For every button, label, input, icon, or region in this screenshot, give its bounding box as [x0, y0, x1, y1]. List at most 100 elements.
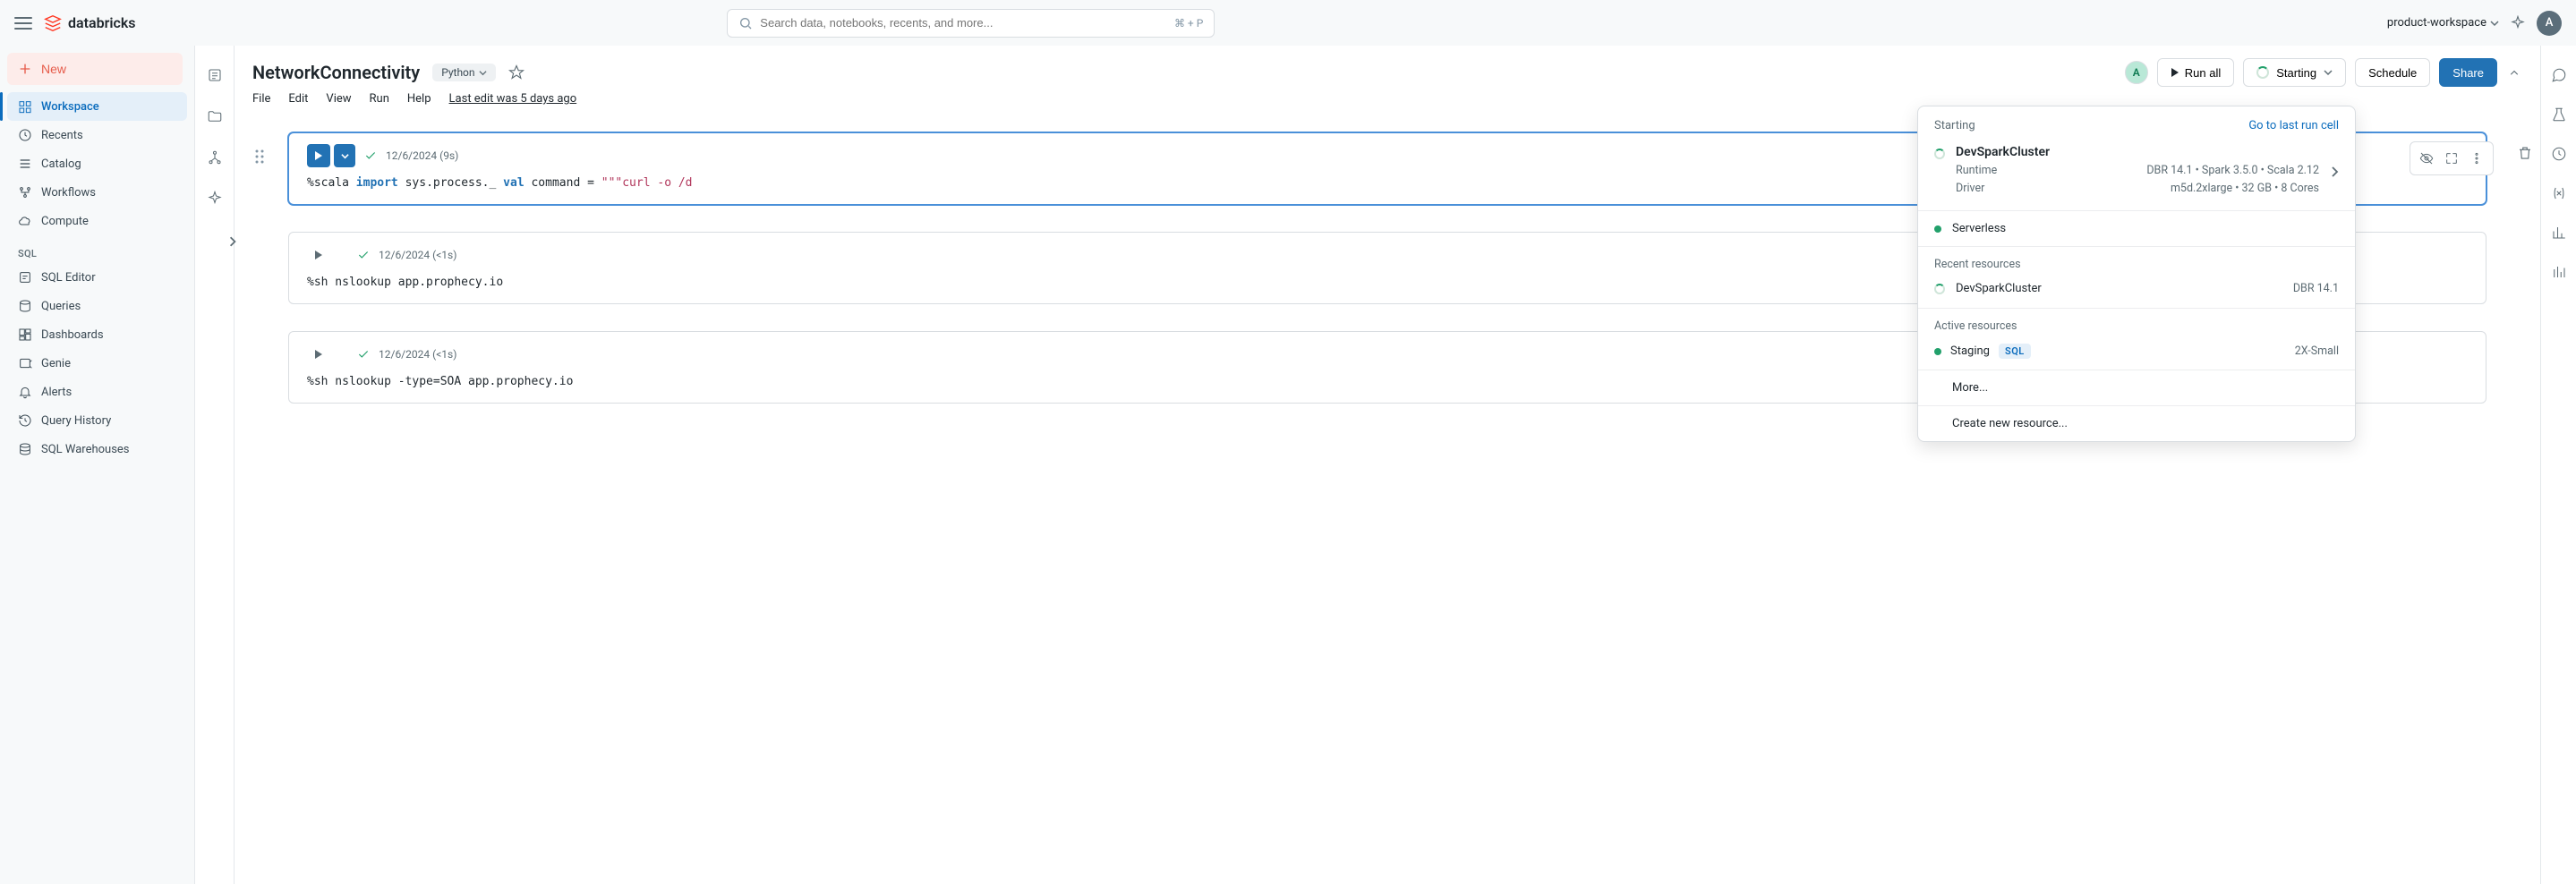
workflows-icon: [18, 185, 32, 200]
nav-workflows[interactable]: Workflows: [7, 178, 187, 207]
check-icon: [357, 249, 370, 261]
star-icon[interactable]: [508, 64, 525, 81]
play-icon: [314, 151, 323, 160]
dd-serverless[interactable]: Serverless: [1918, 211, 2355, 247]
hide-output-icon[interactable]: [2414, 146, 2439, 171]
nav-sql-warehouses[interactable]: SQL Warehouses: [7, 435, 187, 463]
collapse-panel-icon[interactable]: [2506, 64, 2522, 81]
chevron-right-icon: [2330, 166, 2339, 178]
play-icon: [2171, 68, 2179, 77]
collaborator-avatar[interactable]: A: [2125, 61, 2148, 84]
run-all-button[interactable]: Run all: [2157, 58, 2234, 87]
cell-actions: [2410, 141, 2494, 175]
data-profile-icon[interactable]: [2551, 264, 2567, 280]
nav-compute[interactable]: Compute: [7, 207, 187, 235]
expand-icon[interactable]: [2439, 146, 2464, 171]
spinner-icon: [1934, 149, 1945, 159]
cell-timestamp: 12/6/2024 (<1s): [379, 249, 456, 261]
catalog-icon: [18, 157, 32, 171]
schedule-button[interactable]: Schedule: [2355, 58, 2430, 87]
history-icon: [18, 413, 32, 428]
databricks-icon: [43, 13, 63, 33]
plus-icon: [18, 62, 32, 76]
dd-active-item[interactable]: StagingSQL2X-Small: [1918, 336, 2355, 370]
nav-queries[interactable]: Queries: [7, 292, 187, 320]
status-dot-icon: [1934, 225, 1941, 233]
global-search[interactable]: ⌘ + P: [727, 9, 1215, 38]
schema-icon[interactable]: [207, 149, 223, 166]
cluster-status-button[interactable]: Starting: [2243, 58, 2346, 87]
check-icon: [364, 149, 377, 162]
menu-edit[interactable]: Edit: [288, 92, 308, 106]
revision-history-icon[interactable]: [2551, 146, 2567, 162]
brand-text: databricks: [68, 14, 136, 31]
dd-create-resource[interactable]: Create new resource...: [1918, 405, 2355, 441]
menu-view[interactable]: View: [326, 92, 351, 106]
cell-run-button[interactable]: [307, 343, 330, 366]
dd-recent-label: Recent resources: [1918, 247, 2355, 275]
dd-active-label: Active resources: [1918, 309, 2355, 336]
queries-icon: [18, 299, 32, 313]
sql-tag: SQL: [1999, 344, 2031, 359]
nav-genie[interactable]: Genie: [7, 349, 187, 378]
language-selector[interactable]: Python: [432, 64, 495, 81]
chart-icon[interactable]: [2551, 225, 2567, 241]
last-edit-link[interactable]: Last edit was 5 days ago: [449, 92, 577, 106]
new-button[interactable]: New: [7, 53, 183, 85]
delete-cell-icon[interactable]: [2517, 145, 2533, 161]
cell-timestamp: 12/6/2024 (9s): [386, 149, 458, 162]
dd-more[interactable]: More...: [1918, 370, 2355, 405]
nav-sql-editor[interactable]: SQL Editor: [7, 263, 187, 292]
hamburger-menu[interactable]: [14, 14, 32, 32]
menu-help[interactable]: Help: [407, 92, 431, 106]
nav-recents[interactable]: Recents: [7, 121, 187, 149]
menu-file[interactable]: File: [252, 92, 270, 106]
status-dot-icon: [1934, 348, 1941, 355]
cell-run-button[interactable]: [307, 243, 330, 267]
dashboards-icon: [18, 327, 32, 342]
dd-recent-item[interactable]: DevSparkClusterDBR 14.1: [1918, 275, 2355, 309]
cell-timestamp: 12/6/2024 (<1s): [379, 348, 456, 361]
check-icon: [357, 348, 370, 361]
search-input[interactable]: [760, 16, 1167, 30]
nav-dashboards[interactable]: Dashboards: [7, 320, 187, 349]
dd-cluster-name: DevSparkCluster: [1956, 145, 2319, 159]
go-to-last-run-link[interactable]: Go to last run cell: [2248, 119, 2339, 132]
sparkle-gutter-icon[interactable]: [207, 191, 223, 207]
toc-icon[interactable]: [207, 67, 223, 83]
right-rail: [2540, 46, 2576, 884]
search-shortcut: ⌘ + P: [1174, 17, 1203, 30]
dd-status-label: Starting: [1934, 119, 1975, 132]
workspace-icon: [18, 99, 32, 114]
variables-icon[interactable]: [2551, 185, 2567, 201]
cell-run-button[interactable]: [307, 144, 330, 167]
assistant-icon[interactable]: [2510, 15, 2526, 31]
nav-query-history[interactable]: Query History: [7, 406, 187, 435]
chevron-down-icon: [341, 152, 349, 160]
cloud-icon: [18, 214, 32, 228]
dd-attached-cluster[interactable]: DevSparkCluster RuntimeDBR 14.1 • Spark …: [1918, 141, 2355, 211]
share-button[interactable]: Share: [2439, 58, 2497, 87]
user-avatar[interactable]: A: [2537, 11, 2562, 36]
brand-logo[interactable]: databricks: [43, 13, 136, 33]
menu-run[interactable]: Run: [370, 92, 389, 106]
experiment-icon[interactable]: [2551, 106, 2567, 123]
nav-alerts[interactable]: Alerts: [7, 378, 187, 406]
bell-icon: [18, 385, 32, 399]
workspace-selector[interactable]: product-workspace: [2387, 16, 2499, 30]
nav-workspace[interactable]: Workspace: [7, 92, 187, 121]
nav-catalog[interactable]: Catalog: [7, 149, 187, 178]
play-icon: [314, 350, 323, 359]
cluster-dropdown: Starting Go to last run cell DevSparkClu…: [1917, 106, 2356, 442]
search-icon: [738, 16, 753, 30]
chevron-down-icon: [2490, 19, 2499, 28]
notebook-title[interactable]: NetworkConnectivity: [252, 62, 420, 83]
folder-icon[interactable]: [207, 108, 223, 124]
comments-icon[interactable]: [2551, 67, 2567, 83]
spinner-icon: [1934, 284, 1945, 294]
sidebar: New Workspace Recents Catalog Workflows …: [0, 46, 194, 884]
cell-run-menu[interactable]: [334, 144, 355, 167]
drag-handle-icon[interactable]: [254, 149, 265, 165]
cell-more-icon[interactable]: [2464, 146, 2489, 171]
chevron-down-icon: [2324, 68, 2333, 77]
